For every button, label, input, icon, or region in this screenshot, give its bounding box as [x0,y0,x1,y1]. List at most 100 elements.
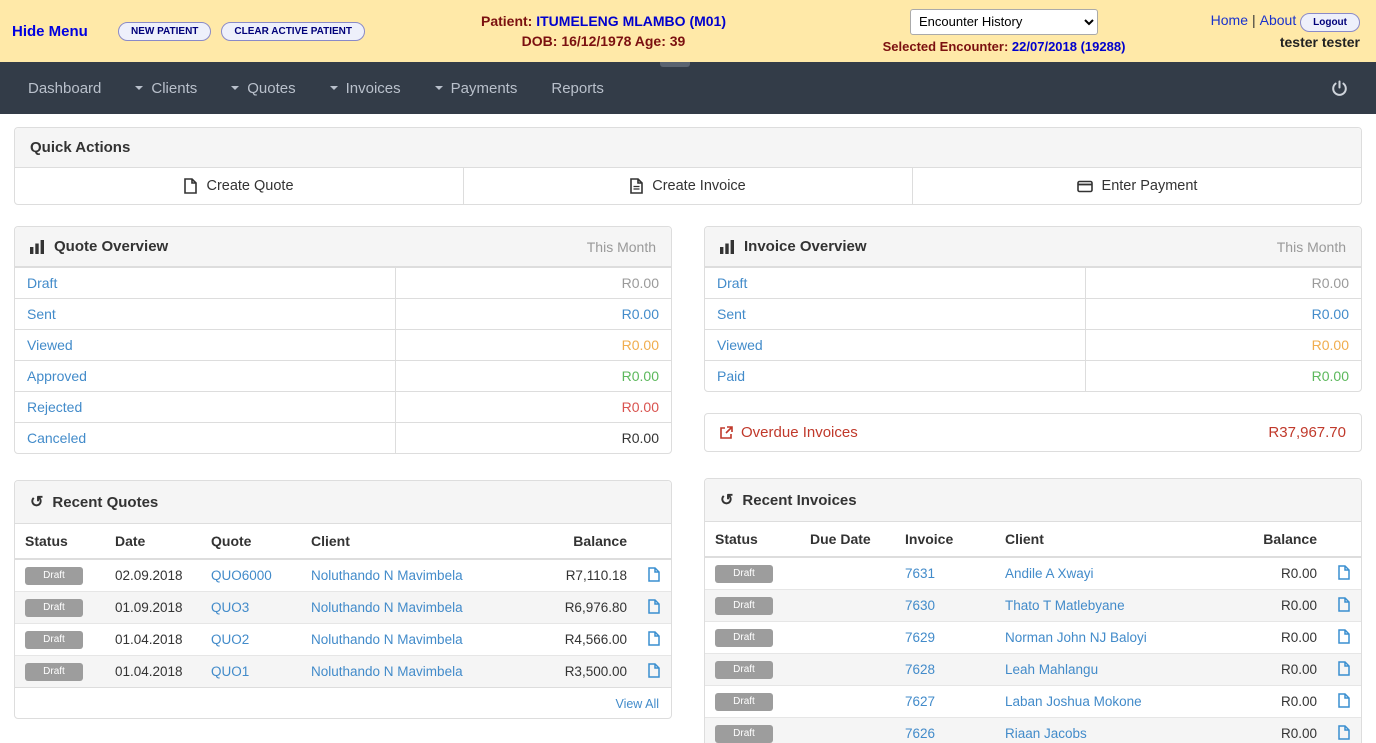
quote-balance: R3,500.00 [527,656,637,688]
about-link[interactable]: About [1260,12,1297,28]
nav-item[interactable]: Clients [135,80,197,97]
quote-balance: R6,976.80 [527,592,637,624]
quote-number-link[interactable]: QUO1 [211,664,249,679]
logout-button[interactable]: Logout [1300,13,1360,32]
client-link[interactable]: Leah Mahlangu [1005,662,1098,677]
left-column: Quote Overview This Month Draft R0.00 Se… [14,226,672,719]
nav-item-label: Clients [151,80,197,97]
overview-row-label[interactable]: Paid [705,361,1085,391]
nav-item[interactable]: Invoices [330,80,401,97]
col-date: Date [105,524,201,559]
overview-row-label[interactable]: Approved [15,361,395,391]
status-badge: Draft [25,599,83,617]
status-badge: Draft [715,565,773,583]
quick-actions-title: Quick Actions [30,139,130,156]
invoice-due-date [800,622,895,654]
quick-actions-header: Quick Actions [15,128,1361,168]
overview-row-label[interactable]: Draft [705,268,1085,298]
overview-row-value: R0.00 [395,299,671,329]
invoice-overview-period: This Month [1277,239,1346,255]
document-icon[interactable] [648,599,660,614]
quote-date: 01.09.2018 [105,592,201,624]
enter-payment-button[interactable]: Enter Payment [913,168,1361,204]
client-link[interactable]: Noluthando N Mavimbela [311,600,463,615]
patient-label: Patient: [481,13,532,29]
invoice-number-link[interactable]: 7629 [905,630,935,645]
document-icon[interactable] [648,567,660,582]
create-quote-label: Create Quote [206,178,293,194]
top-right-links: Home|About Logout tester tester [1169,10,1364,53]
table-header-row: Status Due Date Invoice Client Balance [705,522,1361,557]
overview-row-label[interactable]: Draft [15,268,395,298]
hide-menu-link[interactable]: Hide Menu [12,23,108,40]
client-link[interactable]: Laban Joshua Mokone [1005,694,1142,709]
invoice-number-link[interactable]: 7628 [905,662,935,677]
patient-name: ITUMELENG MLAMBO (M01) [536,13,726,29]
home-link[interactable]: Home [1211,12,1248,28]
document-icon[interactable] [648,631,660,646]
menu-handle[interactable] [660,62,690,67]
quote-number-link[interactable]: QUO3 [211,600,249,615]
document-icon[interactable] [1338,661,1350,676]
view-all-link[interactable]: View All [615,697,659,711]
client-link[interactable]: Andile A Xwayi [1005,566,1094,581]
quote-number-link[interactable]: QUO2 [211,632,249,647]
history-icon: ↺ [30,492,43,512]
overview-row-label[interactable]: Viewed [15,330,395,360]
overview-row: Draft R0.00 [15,267,671,298]
overview-row: Paid R0.00 [705,360,1361,391]
client-link[interactable]: Thato T Matlebyane [1005,598,1125,613]
overview-row-label[interactable]: Sent [15,299,395,329]
overview-row-label[interactable]: Canceled [15,423,395,453]
file-invoice-icon [630,178,643,194]
overdue-invoices-link[interactable]: Overdue Invoices [720,424,858,441]
overview-row-label[interactable]: Sent [705,299,1085,329]
chevron-down-icon [135,86,143,90]
create-invoice-button[interactable]: Create Invoice [464,168,913,204]
client-link[interactable]: Noluthando N Mavimbela [311,632,463,647]
col-doc [1327,522,1361,557]
nav-item[interactable]: Quotes [231,80,295,97]
invoice-balance: R0.00 [1237,590,1327,622]
document-icon[interactable] [1338,565,1350,580]
client-link[interactable]: Noluthando N Mavimbela [311,664,463,679]
quote-number-link[interactable]: QUO6000 [211,568,272,583]
client-link[interactable]: Noluthando N Mavimbela [311,568,463,583]
client-link[interactable]: Norman John NJ Baloyi [1005,630,1147,645]
new-patient-button[interactable]: NEW PATIENT [118,22,211,41]
document-icon[interactable] [1338,597,1350,612]
status-badge: Draft [25,631,83,649]
overview-row-label[interactable]: Viewed [705,330,1085,360]
nav-item[interactable]: Dashboard [28,80,101,97]
overview-row-value: R0.00 [395,392,671,422]
recent-invoices-table: Status Due Date Invoice Client Balance [705,522,1361,743]
document-icon[interactable] [1338,693,1350,708]
invoice-number-link[interactable]: 7626 [905,726,935,741]
invoice-number-link[interactable]: 7627 [905,694,935,709]
nav-item[interactable]: Payments [435,80,518,97]
power-icon[interactable] [1331,80,1348,97]
table-row: Draft 7630 Thato T Matlebyane R0.00 [705,590,1361,622]
table-row: Draft 01.09.2018 QUO3 Noluthando N Mavim… [15,592,671,624]
nav-item-label: Payments [451,80,518,97]
invoice-number-link[interactable]: 7630 [905,598,935,613]
document-icon[interactable] [1338,629,1350,644]
nav-item[interactable]: Reports [551,80,604,97]
col-quote: Quote [201,524,301,559]
status-badge: Draft [715,597,773,615]
quote-date: 01.04.2018 [105,656,201,688]
invoice-due-date [800,557,895,590]
encounter-history-select[interactable]: Encounter History [910,9,1098,35]
overview-row-label[interactable]: Rejected [15,392,395,422]
table-row: Draft 01.04.2018 QUO2 Noluthando N Mavim… [15,624,671,656]
document-icon[interactable] [648,663,660,678]
create-quote-button[interactable]: Create Quote [15,168,464,204]
client-link[interactable]: Riaan Jacobs [1005,726,1087,741]
quote-date: 02.09.2018 [105,559,201,592]
overview-row: Draft R0.00 [705,267,1361,298]
overview-row-value: R0.00 [395,268,671,298]
invoice-number-link[interactable]: 7631 [905,566,935,581]
clear-active-patient-button[interactable]: CLEAR ACTIVE PATIENT [221,22,365,41]
document-icon[interactable] [1338,725,1350,740]
overview-row-value: R0.00 [1085,299,1361,329]
